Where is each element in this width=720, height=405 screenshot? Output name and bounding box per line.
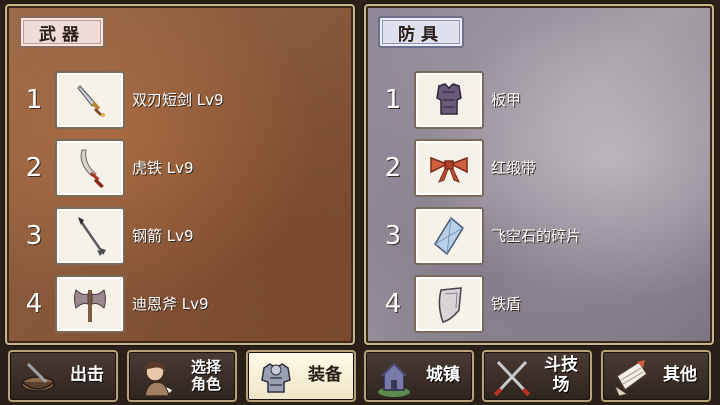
weapon-row-1[interactable]: 1 双刃短剑 Lv9 bbox=[7, 71, 353, 131]
nav-sortie-button[interactable]: 出击 bbox=[8, 350, 118, 402]
curved-sword-icon bbox=[80, 149, 104, 188]
item-name: 双刃短剑 Lv9 bbox=[132, 91, 224, 109]
slot-number: 3 bbox=[25, 221, 43, 251]
nav-label: 选择 角色 bbox=[190, 357, 221, 393]
armor-panel: 防具 1 板甲 2 红缎带 3 飞空石的碎片 4 铁盾 bbox=[364, 4, 714, 345]
armor-row-2[interactable]: 2 红缎带 bbox=[366, 139, 712, 199]
equipment-icon bbox=[261, 363, 291, 393]
nav-equipment-button[interactable]: 装备 bbox=[246, 350, 356, 402]
item-name: 红缎带 bbox=[491, 159, 537, 177]
axe-icon bbox=[74, 289, 106, 322]
arena-icon bbox=[493, 360, 531, 397]
item-name: 铁盾 bbox=[491, 295, 522, 313]
red-ribbon-icon bbox=[430, 156, 468, 183]
slot-number: 4 bbox=[25, 289, 43, 319]
nav-label: 城镇 bbox=[426, 365, 460, 386]
weapon-slot[interactable] bbox=[55, 275, 125, 333]
armor-slot[interactable] bbox=[414, 275, 484, 333]
nav-label: 出击 bbox=[70, 365, 104, 386]
armor-row-1[interactable]: 1 板甲 bbox=[366, 71, 712, 131]
weapon-row-4[interactable]: 4 迪恩斧 Lv9 bbox=[7, 275, 353, 335]
weapon-slot[interactable] bbox=[55, 71, 125, 129]
item-name: 钢箭 Lv9 bbox=[132, 227, 194, 245]
nav-other-button[interactable]: 其他 bbox=[601, 350, 711, 402]
slot-number: 2 bbox=[384, 153, 402, 183]
town-icon bbox=[378, 362, 410, 397]
arrow-icon bbox=[78, 217, 106, 256]
armor-row-3[interactable]: 3 飞空石的碎片 bbox=[366, 207, 712, 267]
slot-number: 1 bbox=[25, 85, 43, 115]
nav-town-button[interactable]: 城镇 bbox=[364, 350, 474, 402]
sortie-icon bbox=[21, 362, 55, 392]
weapon-row-3[interactable]: 3 钢箭 Lv9 bbox=[7, 207, 353, 267]
nav-character-select-button[interactable]: 选择 角色 bbox=[127, 350, 237, 402]
nav-label: 其他 bbox=[663, 365, 697, 386]
tab-armor[interactable]: 防具 bbox=[378, 16, 464, 48]
slot-number: 1 bbox=[384, 85, 402, 115]
weapon-row-2[interactable]: 2 虎铁 Lv9 bbox=[7, 139, 353, 199]
character-select-icon bbox=[143, 361, 174, 397]
item-name: 迪恩斧 Lv9 bbox=[132, 295, 209, 313]
other-icon bbox=[613, 360, 649, 397]
item-name: 飞空石的碎片 bbox=[491, 227, 582, 245]
twin-dagger-icon bbox=[77, 85, 105, 117]
weapon-slot[interactable] bbox=[55, 139, 125, 197]
armor-slot[interactable] bbox=[414, 207, 484, 265]
weapon-slot[interactable] bbox=[55, 207, 125, 265]
item-name: 虎铁 Lv9 bbox=[132, 159, 194, 177]
iron-shield-icon bbox=[438, 287, 462, 323]
armor-row-4[interactable]: 4 铁盾 bbox=[366, 275, 712, 335]
nav-label: 斗技场 bbox=[544, 355, 578, 395]
slot-number: 3 bbox=[384, 221, 402, 251]
item-name: 板甲 bbox=[491, 91, 522, 109]
crystal-shard-icon bbox=[434, 216, 464, 256]
plate-armor-icon bbox=[436, 83, 462, 115]
armor-slot[interactable] bbox=[414, 139, 484, 197]
slot-number: 4 bbox=[384, 289, 402, 319]
nav-label: 装备 bbox=[308, 365, 342, 386]
nav-arena-button[interactable]: 斗技场 bbox=[482, 350, 592, 402]
bottom-nav: 出击 选择 角色 装备 城镇 斗技场 其他 bbox=[0, 349, 720, 405]
tab-weapons[interactable]: 武器 bbox=[19, 16, 105, 48]
slot-number: 2 bbox=[25, 153, 43, 183]
armor-slot[interactable] bbox=[414, 71, 484, 129]
weapon-panel: 武器 1 双刃短剑 Lv9 2 虎铁 Lv9 3 钢箭 Lv9 4 迪恩斧 Lv… bbox=[5, 4, 355, 345]
